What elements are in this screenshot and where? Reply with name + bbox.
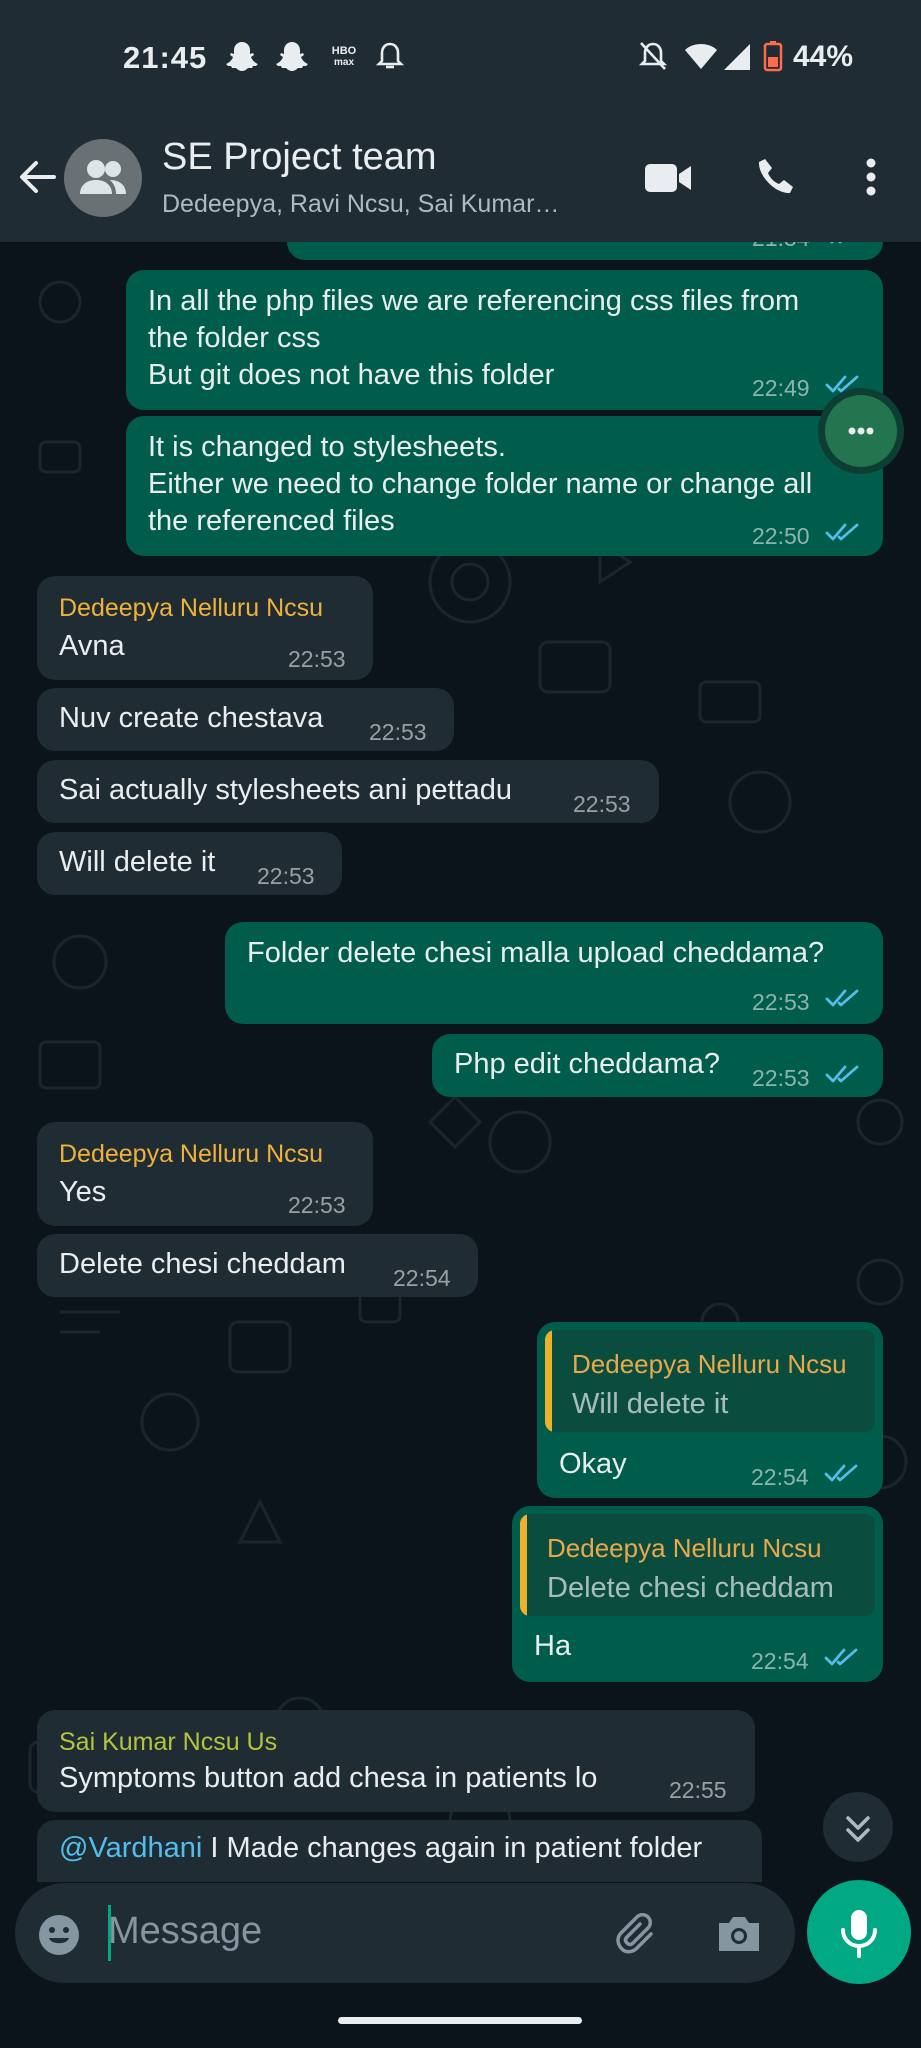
message-input[interactable]: Message bbox=[108, 1910, 262, 1953]
message-text: Yes bbox=[59, 1176, 107, 1208]
svg-text:max: max bbox=[334, 57, 354, 68]
quoted-text: Delete chesi cheddam bbox=[547, 1572, 834, 1604]
chat-area[interactable]: 21:54 In all the php files we are refere… bbox=[0, 242, 921, 1882]
message-bubble-outgoing[interactable]: Php edit cheddama? 22:53 bbox=[432, 1034, 883, 1097]
more-vert-icon[interactable] bbox=[866, 158, 876, 196]
quoted-message[interactable]: Dedeepya Nelluru Ncsu Delete chesi chedd… bbox=[520, 1514, 875, 1616]
message-text: Avna bbox=[59, 630, 125, 662]
message-bubble-outgoing[interactable]: Folder delete chesi malla upload cheddam… bbox=[225, 922, 883, 1024]
message-sender[interactable]: Dedeepya Nelluru Ncsu bbox=[59, 1136, 323, 1173]
message-text: Sai actually stylesheets ani pettadu bbox=[59, 774, 512, 806]
group-members[interactable]: Dedeepya, Ravi Ncsu, Sai Kumar… bbox=[162, 190, 559, 219]
message-bubble-incoming[interactable]: Sai Kumar Ncsu Us Symptoms button add ch… bbox=[37, 1710, 755, 1812]
back-arrow-icon[interactable] bbox=[18, 157, 58, 197]
read-ticks-icon bbox=[825, 989, 859, 1007]
group-title[interactable]: SE Project team bbox=[162, 136, 437, 179]
bell-icon bbox=[376, 42, 404, 69]
message-bubble-incoming[interactable]: @Vardhani I Made changes again in patien… bbox=[37, 1820, 762, 1882]
camera-icon[interactable] bbox=[715, 1913, 763, 1955]
message-composer[interactable]: Message bbox=[15, 1883, 795, 1983]
scroll-to-bottom-button[interactable] bbox=[823, 1792, 893, 1862]
message-text: Nuv create chestava bbox=[59, 702, 324, 734]
message-time: 22:53 bbox=[288, 1192, 346, 1218]
message-bubble-incoming[interactable]: Delete chesi cheddam 22:54 bbox=[37, 1234, 478, 1297]
message-bubble-outgoing[interactable]: 21:54 bbox=[287, 242, 883, 260]
message-sender[interactable]: Sai Kumar Ncsu Us bbox=[59, 1724, 277, 1761]
signal-icon bbox=[724, 44, 750, 70]
message-bubble-incoming[interactable]: Will delete it 22:53 bbox=[37, 832, 342, 895]
message-bubble-outgoing-reply[interactable]: Dedeepya Nelluru Ncsu Will delete it Oka… bbox=[537, 1322, 883, 1498]
home-gesture-pill[interactable] bbox=[338, 2017, 582, 2024]
battery-percent: 44% bbox=[793, 40, 854, 73]
read-ticks-icon bbox=[825, 523, 859, 541]
message-bubble-outgoing[interactable]: It is changed to stylesheets. Either we … bbox=[126, 416, 883, 556]
message-time: 22:53 bbox=[573, 791, 631, 817]
read-ticks-icon bbox=[825, 1065, 859, 1083]
message-time: 21:54 bbox=[752, 242, 810, 257]
message-time: 22:53 bbox=[752, 989, 810, 1015]
hbo-max-icon: HBOmax bbox=[332, 45, 357, 68]
message-bubble-incoming[interactable]: Nuv create chestava 22:53 bbox=[37, 688, 454, 751]
message-text: Folder delete chesi malla upload cheddam… bbox=[247, 937, 825, 969]
voice-record-button[interactable] bbox=[807, 1880, 911, 1984]
group-avatar-icon bbox=[80, 160, 126, 194]
message-bubble-outgoing[interactable]: In all the php files we are referencing … bbox=[126, 270, 883, 410]
wifi-icon bbox=[685, 44, 717, 69]
scroll-down-icon bbox=[846, 1816, 870, 1842]
quoted-message[interactable]: Dedeepya Nelluru Ncsu Will delete it bbox=[545, 1330, 875, 1432]
emoji-icon[interactable] bbox=[37, 1913, 81, 1957]
snapchat-icon bbox=[276, 42, 308, 71]
read-ticks-icon bbox=[824, 1648, 858, 1666]
message-time: 22:55 bbox=[669, 1777, 727, 1803]
more-options-button[interactable] bbox=[818, 388, 904, 474]
message-time: 22:50 bbox=[752, 523, 810, 549]
group-avatar[interactable] bbox=[64, 139, 142, 217]
message-text: In all the php files we are referencing … bbox=[148, 285, 800, 391]
message-text: It is changed to stylesheets. Either we … bbox=[148, 431, 813, 537]
message-text: Okay bbox=[559, 1448, 627, 1480]
quoted-text: Will delete it bbox=[572, 1388, 729, 1420]
svg-text:HBO: HBO bbox=[332, 45, 357, 57]
message-bubble-outgoing-reply[interactable]: Dedeepya Nelluru Ncsu Delete chesi chedd… bbox=[512, 1506, 883, 1682]
system-navigation-bar bbox=[0, 1990, 921, 2048]
message-time: 22:54 bbox=[751, 1648, 809, 1674]
snapchat-icon bbox=[226, 42, 258, 71]
message-time: 22:53 bbox=[288, 646, 346, 672]
battery-icon bbox=[763, 41, 783, 72]
status-bar: 21:45 HBO max 44% bbox=[0, 0, 921, 110]
message-time: 22:54 bbox=[393, 1265, 451, 1291]
message-time: 22:49 bbox=[752, 375, 810, 401]
message-time: 22:53 bbox=[369, 719, 427, 745]
quoted-sender: Dedeepya Nelluru Ncsu bbox=[547, 1533, 822, 1563]
mute-icon bbox=[638, 42, 668, 70]
message-text-body: I Made changes again in patient folder bbox=[202, 1832, 703, 1864]
message-bubble-incoming[interactable]: Dedeepya Nelluru Ncsu Avna 22:53 bbox=[37, 576, 373, 680]
message-text: Php edit cheddama? bbox=[454, 1048, 721, 1080]
message-text: Will delete it bbox=[59, 846, 216, 878]
voice-call-icon[interactable] bbox=[756, 156, 796, 196]
message-text: Symptoms button add chesa in patients lo bbox=[59, 1762, 598, 1794]
message-time: 22:53 bbox=[257, 863, 315, 889]
read-ticks-icon bbox=[830, 242, 843, 244]
message-bubble-incoming[interactable]: Sai actually stylesheets ani pettadu 22:… bbox=[37, 760, 659, 823]
message-time: 22:54 bbox=[751, 1464, 809, 1490]
quote-bar bbox=[520, 1514, 527, 1616]
message-sender[interactable]: Dedeepya Nelluru Ncsu bbox=[59, 590, 323, 627]
message-text: Delete chesi cheddam bbox=[59, 1248, 346, 1280]
attach-icon[interactable] bbox=[615, 1910, 663, 1958]
more-options-icon bbox=[848, 427, 874, 435]
quoted-sender: Dedeepya Nelluru Ncsu bbox=[572, 1349, 847, 1379]
chat-header: SE Project team Dedeepya, Ravi Ncsu, Sai… bbox=[0, 110, 921, 242]
read-ticks-icon bbox=[824, 1464, 858, 1482]
message-text: @Vardhani I Made changes again in patien… bbox=[59, 1830, 702, 1867]
message-time: 22:53 bbox=[752, 1065, 810, 1091]
mention-link[interactable]: @Vardhani bbox=[59, 1832, 202, 1864]
mic-icon bbox=[841, 1910, 877, 1958]
video-call-icon[interactable] bbox=[644, 162, 692, 194]
quote-bar bbox=[545, 1330, 552, 1432]
message-text: Ha bbox=[534, 1630, 572, 1662]
status-time: 21:45 bbox=[123, 40, 208, 75]
message-bubble-incoming[interactable]: Dedeepya Nelluru Ncsu Yes 22:53 bbox=[37, 1122, 373, 1226]
